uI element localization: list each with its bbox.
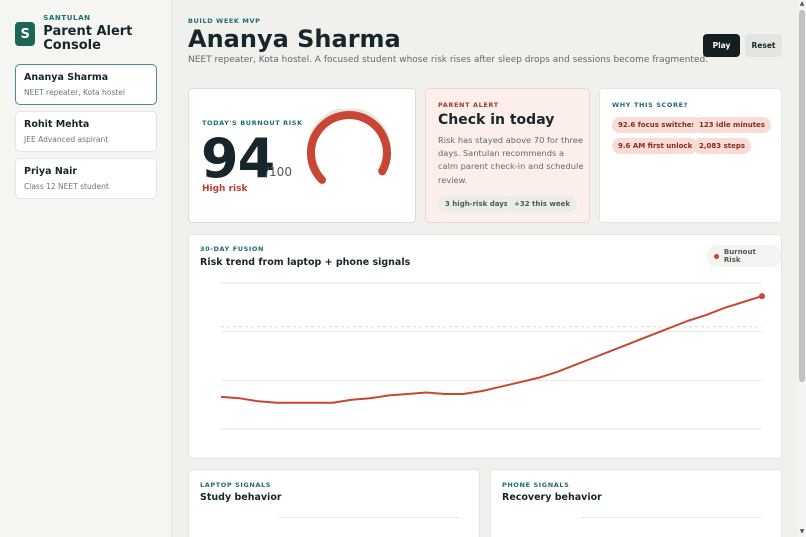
- laptop-signals-card: LAPTOP SIGNALS Study behavior: [188, 469, 480, 537]
- alert-kicker: PARENT ALERT: [438, 101, 499, 109]
- reset-button[interactable]: Reset: [745, 34, 782, 57]
- why-chip-idle-minutes: 123 idle minutes: [693, 117, 771, 133]
- sidebar: S SANTULAN Parent Alert Console Ananya S…: [0, 0, 172, 537]
- series-last-point[interactable]: [759, 293, 765, 300]
- page-title: Ananya Sharma: [188, 25, 401, 53]
- risk-trend-chart: [220, 282, 765, 430]
- series-line-burnout-risk: [220, 295, 763, 404]
- play-button[interactable]: Play: [703, 34, 740, 57]
- parent-alert-card: PARENT ALERT Check in today Risk has sta…: [425, 88, 590, 223]
- brand-logo: S: [15, 22, 36, 46]
- student-name: Priya Nair: [24, 166, 78, 177]
- laptop-kicker: LAPTOP SIGNALS: [200, 481, 272, 489]
- risk-trend-card: 30-DAY FUSION Risk trend from laptop + p…: [188, 234, 782, 459]
- student-card-rohit[interactable]: Rohit Mehta JEE Advanced aspirant: [15, 111, 157, 152]
- risk-max: /100: [265, 165, 292, 179]
- scrollbar-thumb[interactable]: [799, 10, 805, 382]
- student-name: Ananya Sharma: [24, 72, 109, 83]
- why-chip-first-unlock: 9.6 AM first unlock: [612, 138, 699, 154]
- risk-score: 94: [201, 127, 275, 190]
- student-meta: NEET repeater, Kota hostel: [24, 88, 125, 97]
- scroll-down-arrow-icon[interactable]: ▼: [798, 528, 806, 536]
- burnout-risk-card: TODAY'S BURNOUT RISK 94 /100 High risk: [188, 88, 416, 223]
- student-meta: JEE Advanced aspirant: [24, 135, 109, 144]
- student-description: NEET repeater, Kota hostel. A focused st…: [188, 55, 709, 65]
- scrollbar[interactable]: ▲ ▼: [798, 0, 806, 537]
- student-meta: Class 12 NEET student: [24, 182, 109, 191]
- alert-chip-weekly-change: +32 this week: [507, 196, 577, 212]
- phone-kicker: PHONE SIGNALS: [502, 481, 570, 489]
- student-card-priya[interactable]: Priya Nair Class 12 NEET student: [15, 158, 157, 199]
- laptop-chart-gridline: [279, 517, 459, 518]
- header-kicker: BUILD WEEK MVP: [188, 17, 261, 25]
- phone-title: Recovery behavior: [502, 492, 602, 503]
- brand: S SANTULAN Parent Alert Console: [15, 14, 171, 52]
- risk-level: High risk: [202, 184, 248, 194]
- risk-kicker: TODAY'S BURNOUT RISK: [202, 119, 303, 127]
- brand-title: Parent Alert Console: [43, 24, 133, 53]
- risk-gauge: [306, 109, 391, 184]
- gauge-fill: [306, 111, 391, 184]
- why-kicker: WHY THIS SCORE?: [612, 101, 689, 109]
- scroll-up-arrow-icon[interactable]: ▲: [798, 0, 806, 8]
- gauge-track: [307, 109, 391, 174]
- why-chip-steps: 2,083 steps: [693, 138, 752, 154]
- why-score-card: WHY THIS SCORE? 92.6 focus switches 123 …: [599, 88, 782, 223]
- phone-signals-card: PHONE SIGNALS Recovery behavior: [490, 469, 782, 537]
- brand-text: SANTULAN Parent Alert Console: [43, 14, 171, 52]
- phone-chart-gridline: [581, 517, 761, 518]
- alert-body: Risk has stayed above 70 for three days.…: [438, 135, 584, 185]
- laptop-title: Study behavior: [200, 492, 282, 503]
- student-name: Rohit Mehta: [24, 119, 90, 130]
- alert-title: Check in today: [438, 112, 555, 128]
- brand-subtitle: SANTULAN: [43, 14, 91, 22]
- why-chip-focus-switches: 92.6 focus switches: [612, 117, 702, 133]
- alert-chip-high-risk-days: 3 high-risk days: [438, 196, 515, 212]
- student-card-ananya[interactable]: Ananya Sharma NEET repeater, Kota hostel: [15, 64, 157, 105]
